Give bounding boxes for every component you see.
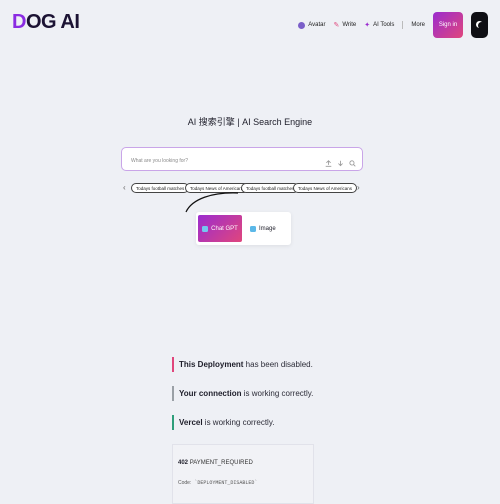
- search-actions: [325, 154, 356, 172]
- vercel-status-message: Vercel is working correctly.: [172, 415, 275, 430]
- status-bar: [172, 357, 174, 372]
- nav-avatar-label: Avatar: [308, 22, 326, 28]
- nav-write[interactable]: ✎ Write: [333, 21, 356, 29]
- chatgpt-icon: [202, 225, 209, 232]
- connection-status-message: Your connection is working correctly.: [172, 386, 314, 401]
- error-detail-line: Code: `DEPLOYMENT_DISABLED`: [178, 480, 257, 486]
- error-code-value: `DEPLOYMENT_DISABLED`: [194, 480, 258, 486]
- image-icon: [250, 225, 256, 232]
- suggestion-carousel: ‹ Todays football matches Todays News of…: [121, 182, 365, 196]
- avatar-icon: [298, 21, 306, 29]
- suggestion-chip[interactable]: Todays football matches: [241, 183, 300, 193]
- nav-ai-tools[interactable]: ✦ AI Tools: [364, 21, 394, 29]
- status-bar: [172, 415, 174, 430]
- download-icon[interactable]: [337, 154, 344, 172]
- page-title: AI 搜索引擎 | AI Search Engine: [187, 117, 313, 127]
- error-code-label: Code:: [178, 480, 192, 486]
- moon-icon: [478, 22, 485, 29]
- chevron-left-icon[interactable]: ‹: [123, 183, 126, 192]
- search-input[interactable]: [129, 153, 323, 169]
- search-icon[interactable]: [349, 154, 356, 172]
- chat-gpt-label: Chat GPT: [211, 225, 238, 232]
- logo[interactable]: DOG AI: [12, 11, 80, 34]
- top-nav: Avatar ✎ Write ✦ AI Tools More Sign in: [298, 12, 488, 38]
- top-header: DOG AI Avatar ✎ Write ✦ AI Tools More Si…: [0, 0, 500, 48]
- error-code: 402: [178, 460, 189, 466]
- nav-avatar[interactable]: Avatar: [298, 21, 326, 29]
- tools-icon: ✦: [364, 22, 371, 29]
- error-code-line: 402 PAYMENT_REQUIRED: [178, 460, 253, 466]
- nav-more-label: More: [411, 22, 425, 28]
- status-bar: [172, 386, 174, 401]
- message-subject: Vercel: [179, 418, 203, 427]
- nav-write-label: Write: [342, 22, 357, 28]
- pencil-icon: ✎: [333, 22, 340, 29]
- logo-text: OG AI: [25, 11, 80, 33]
- logo-mark: D: [12, 11, 26, 33]
- hand-drawn-arrow: [185, 192, 239, 213]
- nav-ai-tools-label: AI Tools: [373, 22, 395, 28]
- sign-in-button[interactable]: Sign in: [433, 12, 463, 38]
- message-text: is working correctly.: [202, 418, 275, 427]
- message-subject: Your connection: [179, 389, 242, 398]
- chevron-right-icon[interactable]: ›: [357, 183, 360, 192]
- error-status: PAYMENT_REQUIRED: [189, 460, 253, 466]
- image-button[interactable]: Image: [250, 215, 288, 242]
- chat-gpt-button[interactable]: Chat GPT: [198, 215, 242, 242]
- message-subject: This Deployment: [179, 360, 244, 369]
- suggestion-chip[interactable]: Todays News of Americans: [293, 183, 358, 193]
- image-label: Image: [259, 225, 276, 232]
- generator-selector: Chat GPT Image: [196, 212, 291, 245]
- theme-toggle-button[interactable]: [471, 12, 488, 38]
- search-box: [121, 147, 363, 171]
- error-details-card: 402 PAYMENT_REQUIRED Code: `DEPLOYMENT_D…: [172, 444, 314, 504]
- nav-divider: [402, 21, 404, 29]
- deployment-status-message: This Deployment has been disabled.: [172, 357, 313, 372]
- upload-icon[interactable]: [325, 154, 332, 172]
- message-text: is working correctly.: [241, 389, 314, 398]
- nav-more[interactable]: More: [411, 22, 425, 28]
- message-text: has been disabled.: [243, 360, 313, 369]
